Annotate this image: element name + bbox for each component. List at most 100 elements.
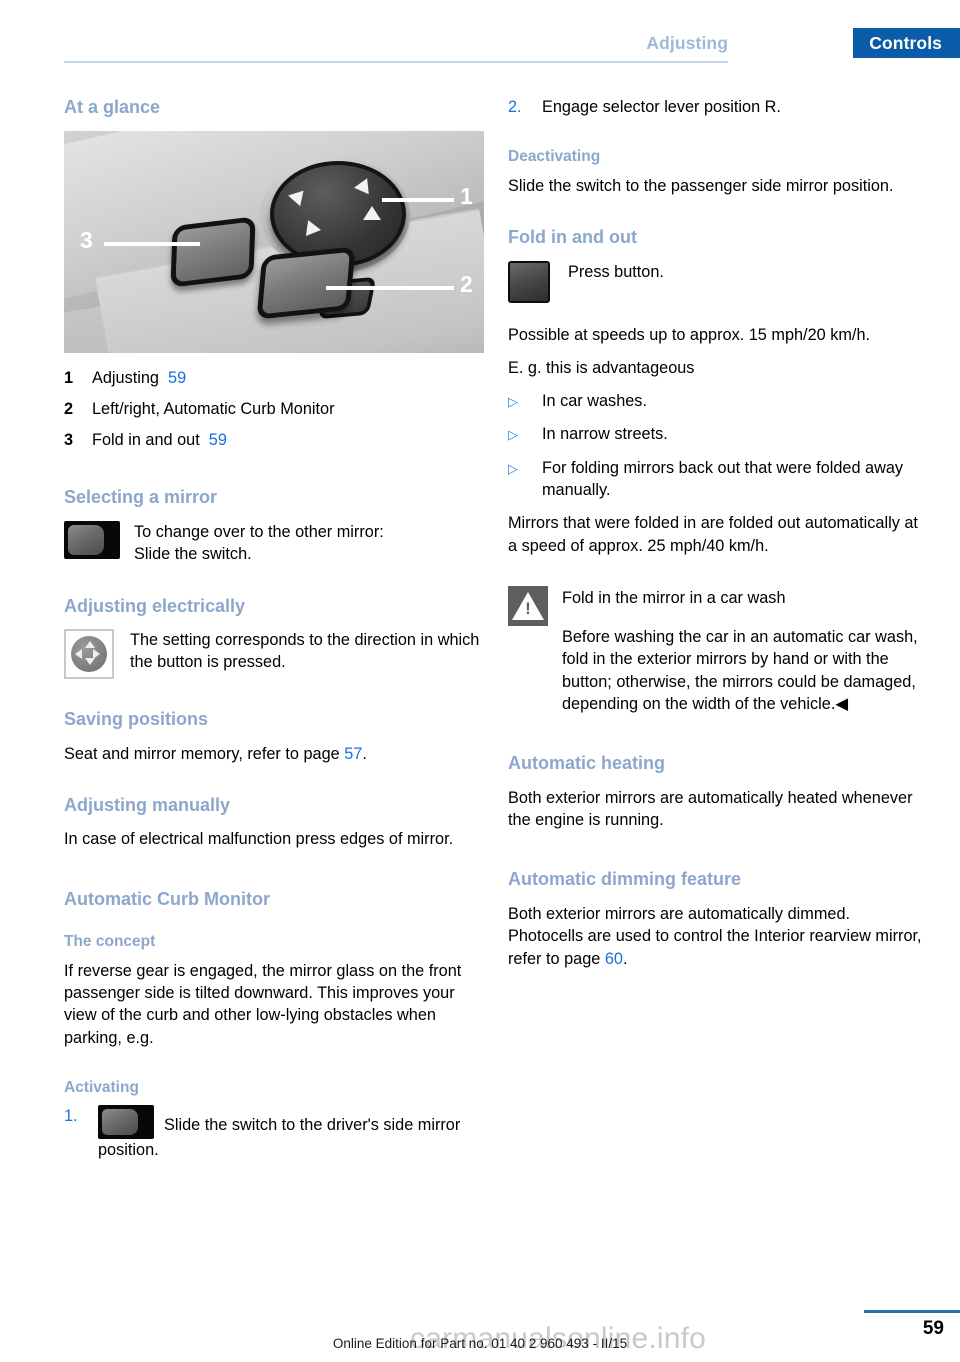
activating-step-2: 2. Engage selector lever position R. [508, 96, 928, 118]
callout-leader-line-2 [326, 285, 454, 290]
legend-item: 2 Left/right, Automatic Curb Monitor [64, 398, 484, 420]
deactivating-text: Slide the switch to the passenger side m… [508, 176, 894, 195]
saving-positions-page-reference[interactable]: 57 [344, 745, 362, 763]
joystick-arrow-upper-right-icon [353, 177, 369, 196]
callout-number-1: 1 [460, 182, 473, 209]
step-number: 2. [508, 98, 522, 116]
automatic-heating-heading: Automatic heating [508, 753, 666, 774]
warning-notice: ! Fold in the mirror in a car wash Befor… [508, 586, 928, 715]
the-concept-heading: The concept [64, 933, 156, 951]
saving-positions-text: Seat and mirror memory, refer to page 57… [64, 743, 484, 765]
automatic-dimming-heading: Automatic dimming feature [508, 869, 742, 890]
step-text: Slide the switch to the driver's side mi… [98, 1105, 484, 1161]
legend-text: Left/right, Automatic Curb Monitor [92, 399, 335, 418]
press-button-block: Press button. [508, 260, 928, 303]
legend-page-reference[interactable]: 59 [209, 431, 227, 449]
footer-divider [864, 1310, 960, 1313]
mirror-selector-switch-icon [170, 215, 256, 288]
callout-number-3: 3 [80, 226, 93, 253]
joystick-pictogram-icon [64, 629, 114, 680]
selecting-a-mirror-heading: Selecting a mirror [64, 487, 218, 508]
fold-in-and-out-heading: Fold in and out [508, 227, 637, 247]
warning-title: Fold in the mirror in a car wash [562, 589, 786, 607]
bullet-text: For folding mirrors back out that were f… [542, 458, 904, 500]
adjusting-electrically-text: The setting corresponds to the direction… [130, 631, 480, 672]
automatic-heating-text: Both exterior mirrors are automatically … [508, 788, 913, 830]
bullet-triangle-icon: ▷ [508, 427, 518, 443]
mirror-controls-illustration: 1 2 3 [64, 130, 484, 353]
activating-heading: Activating [64, 1078, 139, 1096]
saving-positions-text-before: Seat and mirror memory, refer to page [64, 744, 345, 763]
legend-number: 1 [64, 368, 74, 387]
auto-fold-out-text: Mirrors that were folded in are folded o… [508, 514, 918, 555]
bullet-triangle-icon: ▷ [508, 460, 518, 476]
at-a-glance-heading: At a glance [64, 97, 161, 117]
legend-text: Fold in and out 59 [92, 429, 484, 451]
bullet-item: ▷ In narrow streets. [508, 423, 928, 445]
selecting-a-mirror-line1: To change over to the other mirror: [134, 522, 384, 541]
automatic-dimming-page-reference[interactable]: 60 [605, 950, 623, 968]
header-divider [64, 61, 728, 63]
bullet-text: In car washes. [542, 392, 647, 411]
automatic-dimming-text-after: . [622, 949, 628, 968]
legend-page-reference[interactable]: 59 [168, 369, 186, 387]
bullet-triangle-icon: ▷ [508, 394, 518, 410]
legend-label: Adjusting [92, 368, 159, 387]
selecting-a-mirror-text: To change over to the other mirror: Slid… [134, 521, 484, 566]
warning-triangle-icon: ! [508, 586, 548, 626]
header-section-banner: Controls [853, 28, 960, 58]
legend-label: Fold in and out [92, 431, 200, 450]
press-button-icon [508, 260, 550, 303]
saving-positions-heading: Saving positions [64, 709, 209, 730]
legend-number: 3 [64, 431, 74, 450]
deactivating-heading: Deactivating [508, 148, 601, 166]
right-column: 2. Engage selector lever position R. Dea… [508, 96, 928, 970]
adjusting-manually-text: In case of electrical malfunction press … [64, 830, 454, 849]
step-text: Engage selector lever position R. [542, 98, 781, 116]
adjusting-electrically-block: The setting corresponds to the direction… [64, 629, 484, 680]
rocker-switch-icon [64, 520, 120, 559]
arrow-left-icon [75, 649, 82, 660]
press-button-text: Press button. [568, 262, 664, 281]
warning-body: Before washing the car in an automatic c… [562, 628, 918, 713]
step-number: 1. [64, 1107, 78, 1126]
legend-item: 3 Fold in and out 59 [64, 429, 484, 451]
header-chapter-label: Adjusting [646, 32, 728, 53]
adjusting-electrically-heading: Adjusting electrically [64, 595, 246, 616]
activating-step-1: 1. Slide the switch to the driver's side… [64, 1105, 484, 1161]
edition-notice: Online Edition for Part no. 01 40 2 960 … [332, 1336, 628, 1351]
header-section-label: Controls [869, 32, 942, 53]
joystick-arrow-lower-right-icon [363, 205, 381, 220]
figure-legend-list: 1 Adjusting 59 2 Left/right, Automatic C… [64, 367, 484, 452]
warning-exclamation-mark: ! [525, 599, 531, 618]
automatic-dimming-text: Both exterior mirrors are automatically … [508, 903, 928, 970]
fold-button-icon [256, 245, 356, 320]
advantageous-text: E. g. this is advantageous [508, 358, 695, 377]
adjusting-manually-heading: Adjusting manually [64, 794, 231, 815]
bullet-item: ▷ In car washes. [508, 390, 928, 412]
callout-leader-line-3 [104, 241, 200, 246]
rocker-switch-icon [98, 1105, 154, 1140]
warning-header: ! Fold in the mirror in a car wash [508, 586, 928, 626]
joystick-arrow-lower-left-icon [305, 219, 323, 238]
bullet-item: ▷ For folding mirrors back out that were… [508, 457, 928, 502]
selecting-a-mirror-line2: Slide the switch. [134, 545, 252, 564]
page-header: Adjusting Controls [0, 0, 960, 63]
arrow-down-icon [85, 658, 95, 666]
the-concept-text: If reverse gear is engaged, the mirror g… [64, 961, 462, 1047]
automatic-curb-monitor-heading: Automatic Curb Monitor [64, 888, 270, 909]
arrow-up-icon [85, 641, 95, 649]
fold-usage-bullet-list: ▷ In car washes. ▷ In narrow streets. ▷ … [508, 390, 928, 501]
arrow-right-icon [93, 649, 100, 660]
legend-item: 1 Adjusting 59 [64, 367, 484, 389]
selecting-a-mirror-block: To change over to the other mirror: Slid… [64, 520, 484, 566]
legend-number: 2 [64, 399, 74, 418]
legend-text: Adjusting 59 [92, 367, 484, 389]
bullet-text: In narrow streets. [542, 425, 668, 444]
callout-number-2: 2 [460, 270, 473, 297]
left-column: At a glance 1 2 3 1 Adjusting 59 2 Left/… [64, 96, 484, 1173]
callout-leader-line-1 [382, 197, 454, 202]
fold-speed-text: Possible at speeds up to approx. 15 mph/… [508, 325, 871, 344]
saving-positions-text-after: . [362, 744, 367, 763]
automatic-dimming-text-before: Both exterior mirrors are automatically … [508, 904, 922, 968]
